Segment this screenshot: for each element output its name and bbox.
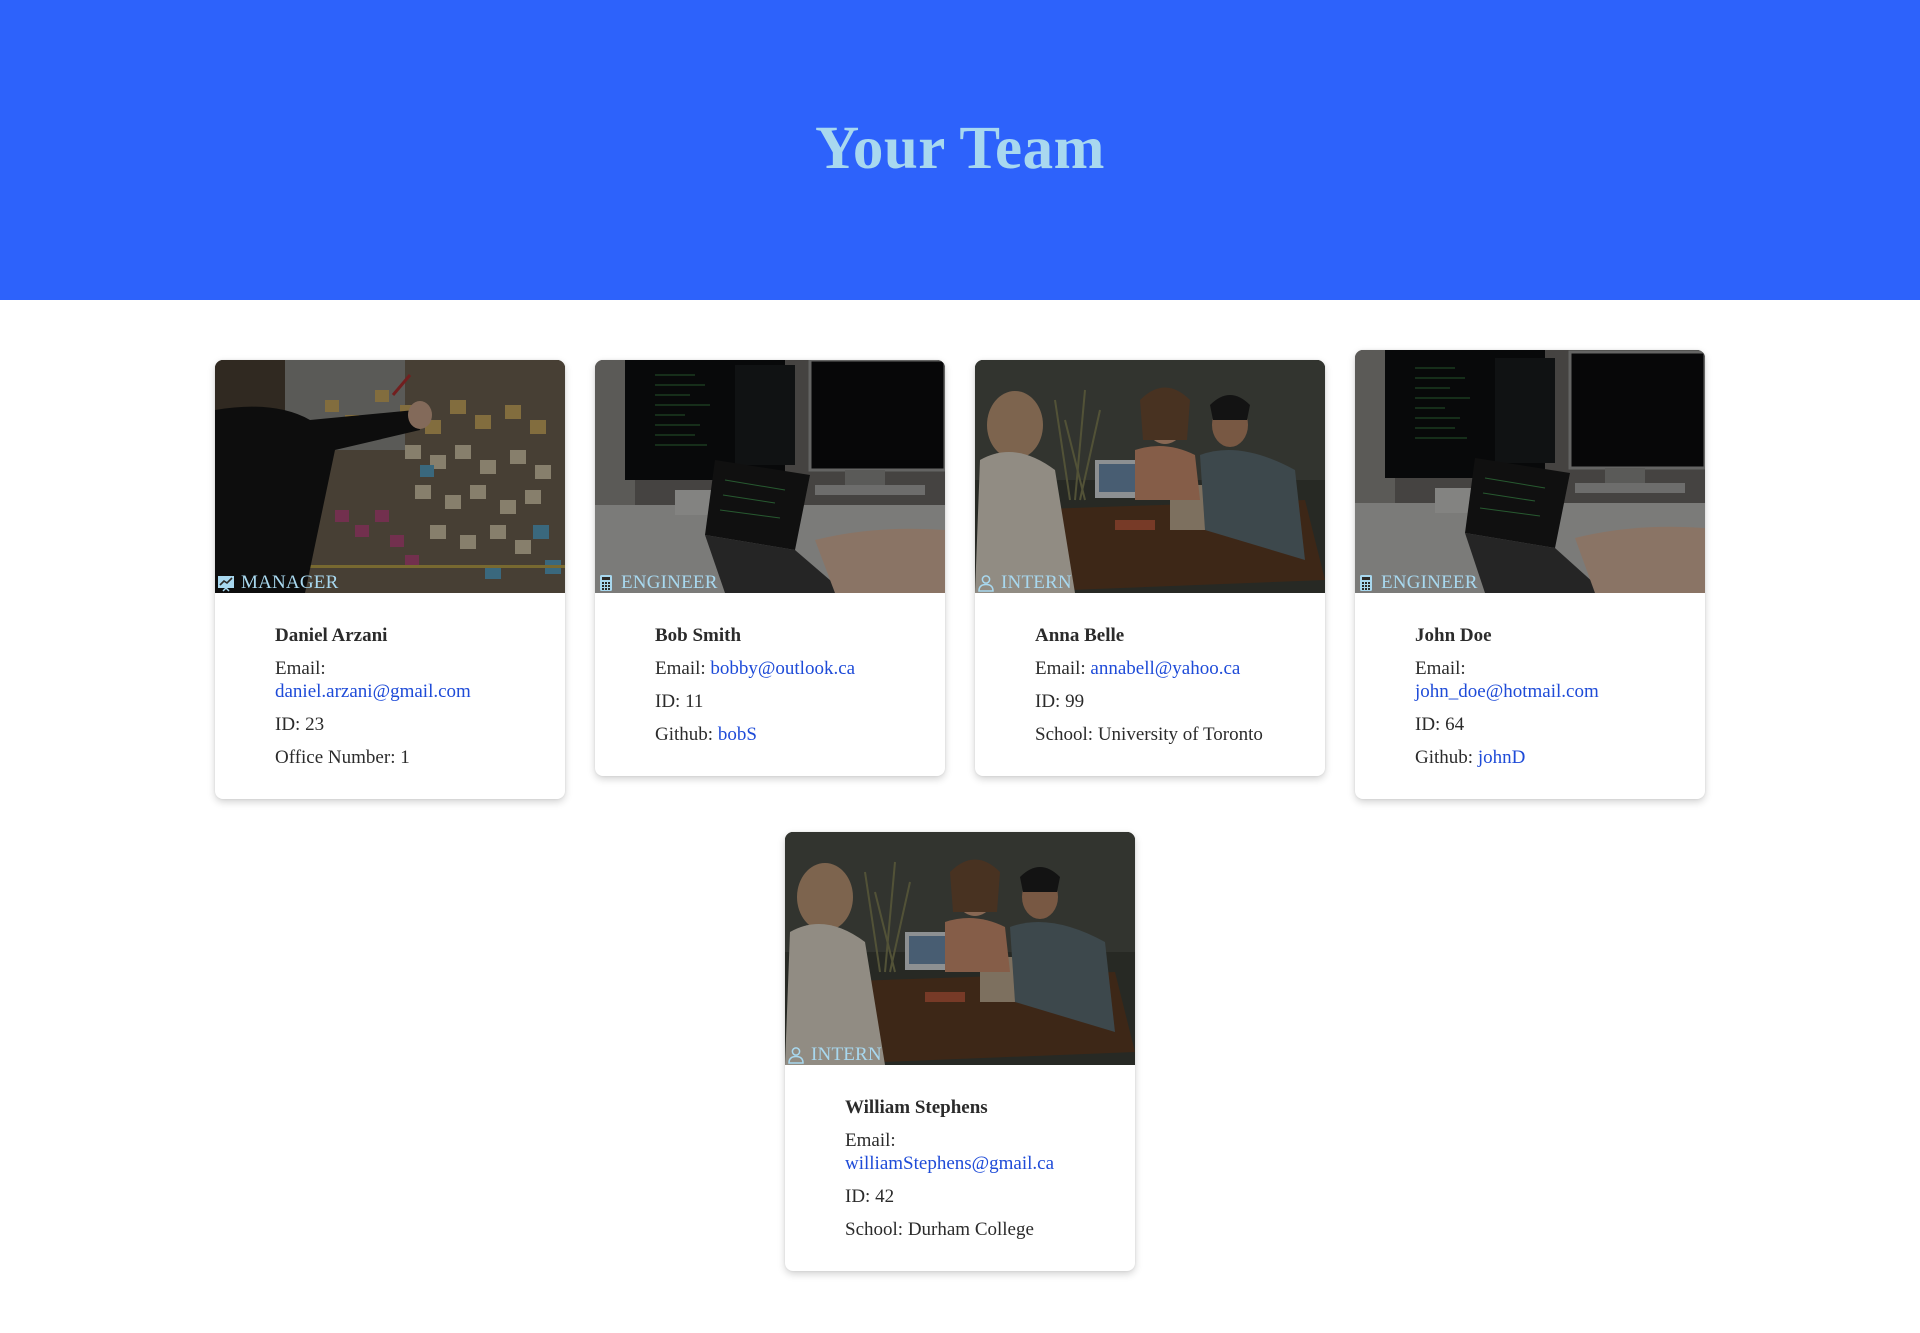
- card-body: Bob Smith Email: bobby@outlook.ca ID: 11…: [595, 593, 945, 776]
- role-text: ENGINEER: [621, 572, 718, 593]
- person-icon: [978, 575, 994, 592]
- calculator-icon: [600, 575, 612, 591]
- github-label: Github:: [655, 724, 714, 745]
- email-label: Email:: [845, 1130, 896, 1151]
- team-cards: MANAGER Daniel Arzani Email: daniel.arza…: [0, 300, 1920, 1333]
- github-link[interactable]: johnD: [1478, 747, 1526, 768]
- role-text: INTERN: [1001, 572, 1072, 593]
- sticky-notes-board-photo: [215, 360, 565, 593]
- id-label: ID:: [845, 1186, 871, 1207]
- page-header: Your Team: [0, 0, 1920, 300]
- employee-card-intern: INTERN Anna Belle Email: annabell@yahoo.…: [975, 360, 1325, 776]
- calculator-icon: [1360, 575, 1372, 591]
- email-row: Email: daniel.arzani@gmail.com: [275, 657, 505, 703]
- role-text: INTERN: [811, 1044, 882, 1065]
- office-row: Office Number: 1: [275, 746, 505, 769]
- card-image: INTERN: [785, 832, 1135, 1065]
- employee-card-intern: INTERN William Stephens Email: williamSt…: [785, 832, 1135, 1271]
- role-label: ENGINEER: [1357, 572, 1478, 593]
- id-row: ID: 99: [1035, 690, 1265, 713]
- role-label: INTERN: [977, 572, 1072, 593]
- role-text: MANAGER: [241, 572, 339, 593]
- card-body: John Doe Email: john_doe@hotmail.com ID:…: [1355, 593, 1705, 799]
- school-row: School: Durham College: [845, 1218, 1075, 1241]
- school-value: Durham College: [907, 1219, 1034, 1240]
- email-label: Email:: [655, 658, 706, 679]
- students-cafe-photo: [975, 360, 1325, 593]
- id-row: ID: 11: [655, 690, 885, 713]
- office-value: 1: [400, 747, 410, 768]
- school-value: University of Toronto: [1097, 724, 1263, 745]
- github-row: Github: bobS: [655, 723, 885, 746]
- card-image: MANAGER: [215, 360, 565, 593]
- email-label: Email:: [1415, 658, 1466, 679]
- email-label: Email:: [275, 658, 326, 679]
- id-value: 99: [1065, 691, 1085, 712]
- id-value: 42: [875, 1186, 895, 1207]
- role-label: ENGINEER: [597, 572, 718, 593]
- card-image: ENGINEER: [595, 360, 945, 593]
- card-body: Daniel Arzani Email: daniel.arzani@gmail…: [215, 593, 565, 799]
- card-body: William Stephens Email: williamStephens@…: [785, 1065, 1135, 1271]
- email-link[interactable]: annabell@yahoo.ca: [1090, 658, 1240, 679]
- employee-name: William Stephens: [845, 1097, 988, 1118]
- school-label: School:: [845, 1219, 904, 1240]
- email-link[interactable]: williamStephens@gmail.ca: [845, 1153, 1054, 1174]
- office-label: Office Number:: [275, 747, 396, 768]
- employee-name: Anna Belle: [1035, 625, 1125, 646]
- email-link[interactable]: daniel.arzani@gmail.com: [275, 681, 471, 702]
- email-row: Email: bobby@outlook.ca: [655, 657, 885, 680]
- role-text: ENGINEER: [1381, 572, 1478, 593]
- github-row: Github: johnD: [1415, 746, 1645, 769]
- id-label: ID:: [1035, 691, 1061, 712]
- role-label: MANAGER: [217, 572, 338, 593]
- id-label: ID:: [1415, 714, 1441, 735]
- github-label: Github:: [1415, 747, 1474, 768]
- employee-name: John Doe: [1415, 625, 1492, 646]
- id-row: ID: 64: [1415, 713, 1645, 736]
- email-link[interactable]: john_doe@hotmail.com: [1415, 681, 1599, 702]
- card-image: ENGINEER: [1355, 350, 1705, 593]
- students-cafe-photo: [785, 832, 1135, 1065]
- id-label: ID:: [655, 691, 681, 712]
- email-row: Email: williamStephens@gmail.ca: [845, 1129, 1075, 1175]
- employee-card-engineer: ENGINEER John Doe Email: john_doe@hotmai…: [1355, 350, 1705, 799]
- card-image: INTERN: [975, 360, 1325, 593]
- id-label: ID:: [275, 714, 301, 735]
- role-label: INTERN: [787, 1044, 882, 1065]
- id-row: ID: 42: [845, 1185, 1075, 1208]
- email-label: Email:: [1035, 658, 1086, 679]
- chart-icon: [218, 576, 234, 592]
- computer-desk-photo: [1355, 350, 1705, 593]
- page-title: Your Team: [815, 114, 1105, 182]
- school-label: School:: [1035, 724, 1094, 745]
- id-value: 64: [1445, 714, 1465, 735]
- employee-name: Daniel Arzani: [275, 625, 388, 646]
- employee-card-manager: MANAGER Daniel Arzani Email: daniel.arza…: [215, 360, 565, 799]
- id-value: 11: [685, 691, 704, 712]
- employee-card-engineer: ENGINEER Bob Smith Email: bobby@outlook.…: [595, 360, 945, 776]
- card-body: Anna Belle Email: annabell@yahoo.ca ID: …: [975, 593, 1325, 776]
- email-row: Email: john_doe@hotmail.com: [1415, 657, 1645, 703]
- email-row: Email: annabell@yahoo.ca: [1035, 657, 1265, 680]
- id-row: ID: 23: [275, 713, 505, 736]
- id-value: 23: [305, 714, 325, 735]
- school-row: School: University of Toronto: [1035, 723, 1265, 746]
- github-link[interactable]: bobS: [718, 724, 757, 745]
- employee-name: Bob Smith: [655, 625, 742, 646]
- computer-desk-photo: [595, 360, 945, 593]
- person-icon: [788, 1047, 804, 1064]
- email-link[interactable]: bobby@outlook.ca: [710, 658, 855, 679]
